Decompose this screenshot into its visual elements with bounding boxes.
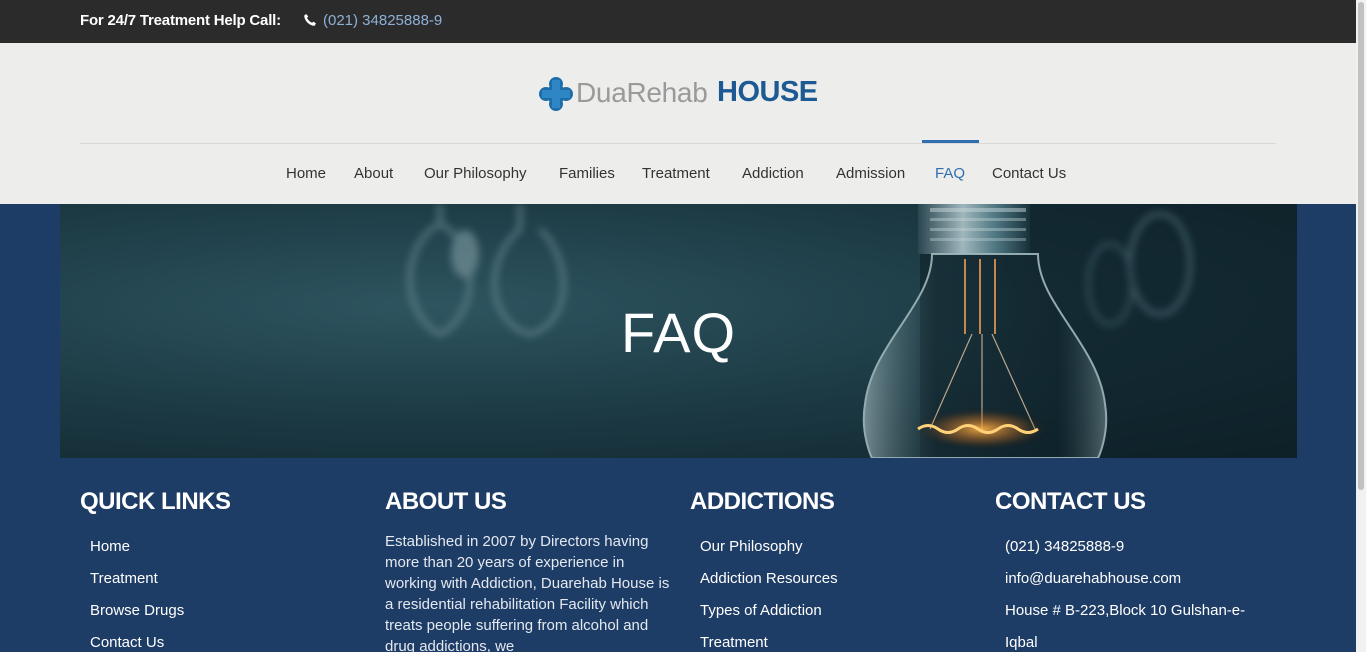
site-logo[interactable]: DuaRehab HOUSE (538, 75, 818, 115)
footer-link-browse-drugs[interactable]: Browse Drugs (90, 601, 370, 633)
addictions-heading: ADDICTIONS (690, 488, 835, 515)
contact-address-line1: House # B-223,Block 10 Gulshan-e- (1005, 602, 1246, 619)
footer-about: ABOUT US Established in 2007 by Director… (385, 488, 675, 652)
site-header: DuaRehab HOUSE Home About Our Philosophy… (0, 43, 1356, 204)
footer-addictions: ADDICTIONS Our Philosophy Addiction Reso… (690, 488, 980, 652)
logo-text-primary: DuaRehab (576, 77, 708, 108)
about-text: Established in 2007 by Directors having … (385, 533, 670, 652)
page-title: FAQ (620, 301, 737, 364)
footer-link-home[interactable]: Home (90, 537, 370, 569)
hero-banner: FAQ (60, 204, 1297, 458)
scrollbar-thumb[interactable] (1358, 2, 1364, 490)
main-nav: Home About Our Philosophy Families Treat… (0, 140, 1356, 204)
active-nav-indicator (922, 140, 979, 143)
footer-link-types-of-addiction[interactable]: Types of Addiction (700, 601, 980, 633)
about-heading: ABOUT US (385, 488, 507, 515)
nav-item-admission[interactable]: Admission (836, 165, 905, 182)
contact-address-line2: Iqbal (1005, 634, 1038, 651)
footer-quick-links: QUICK LINKS Home Treatment Browse Drugs … (80, 488, 370, 652)
contact-email[interactable]: info@duarehabhouse.com (1005, 569, 1285, 601)
phone-icon (304, 14, 316, 26)
site-footer: QUICK LINKS Home Treatment Browse Drugs … (0, 458, 1356, 652)
nav-item-families[interactable]: Families (559, 165, 615, 182)
medical-cross-icon (539, 77, 573, 111)
contact-heading: CONTACT US (995, 488, 1146, 515)
footer-link-contact-us[interactable]: Contact Us (90, 633, 370, 652)
nav-item-addiction[interactable]: Addiction (742, 165, 804, 182)
nav-item-about[interactable]: About (354, 165, 393, 182)
quick-links-heading: QUICK LINKS (80, 488, 231, 515)
helpline-label: For 24/7 Treatment Help Call: (80, 12, 281, 29)
footer-link-our-philosophy[interactable]: Our Philosophy (700, 537, 980, 569)
top-bar: For 24/7 Treatment Help Call: (021) 3482… (0, 0, 1356, 43)
footer-link-addiction-treatment[interactable]: Treatment (700, 633, 980, 652)
footer-link-treatment[interactable]: Treatment (90, 569, 370, 601)
nav-item-our-philosophy[interactable]: Our Philosophy (424, 165, 527, 182)
footer-link-addiction-resources[interactable]: Addiction Resources (700, 569, 980, 601)
footer-contact: CONTACT US (021) 34825888-9 info@duareha… (995, 488, 1285, 652)
nav-item-faq[interactable]: FAQ (935, 165, 965, 182)
logo-text-secondary: HOUSE (717, 76, 818, 108)
page-scrollbar[interactable] (1356, 0, 1366, 652)
nav-item-contact-us[interactable]: Contact Us (992, 165, 1066, 182)
contact-phone[interactable]: (021) 34825888-9 (1005, 537, 1285, 569)
nav-item-treatment[interactable]: Treatment (642, 165, 710, 182)
helpline-phone-link[interactable]: (021) 34825888-9 (323, 12, 442, 29)
nav-item-home[interactable]: Home (286, 165, 326, 182)
